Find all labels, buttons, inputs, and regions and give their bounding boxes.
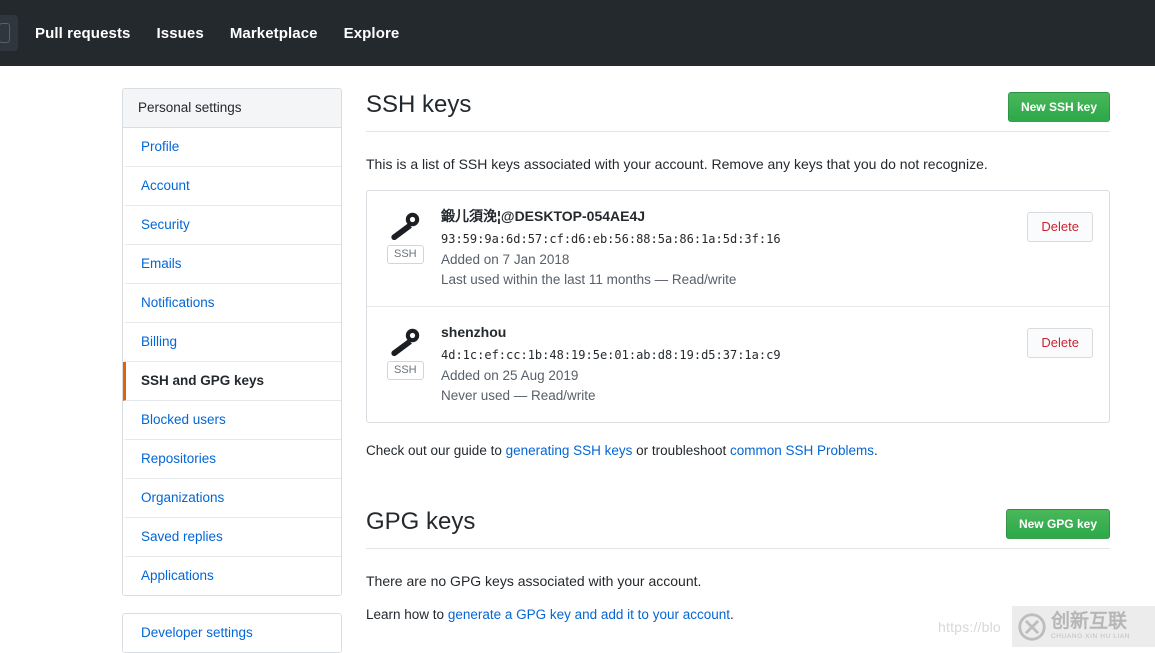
common-ssh-problems-link[interactable]: common SSH Problems — [730, 443, 874, 458]
ssh-key-info: shenzhou 4d:1c:ef:cc:1b:48:19:5e:01:ab:d… — [441, 323, 1027, 406]
page-title: SSH keys — [366, 91, 472, 118]
ssh-key-icon-column: SSH — [387, 207, 441, 264]
github-mark-icon-inner — [0, 23, 10, 43]
delete-ssh-key-button[interactable]: Delete — [1027, 328, 1093, 358]
generating-ssh-keys-link[interactable]: generating SSH keys — [506, 443, 633, 458]
key-icon — [391, 328, 420, 357]
ssh-keys-intro: This is a list of SSH keys associated wi… — [366, 156, 988, 172]
sidebar-item-saved-replies[interactable]: Saved replies — [123, 518, 341, 557]
ssh-help-middle: or troubleshoot — [632, 443, 730, 458]
ssh-help-suffix: . — [874, 443, 878, 458]
ssh-help-prefix: Check out our guide to — [366, 443, 506, 458]
ssh-key-added-date: Added on 7 Jan 2018 — [441, 252, 570, 267]
sidebar-item-billing[interactable]: Billing — [123, 323, 341, 362]
sidebar-item-emails[interactable]: Emails — [123, 245, 341, 284]
gpg-learn-prefix: Learn how to — [366, 607, 448, 622]
ssh-key-info: 鍛儿須浼¦@DESKTOP-054AE4J 93:59:9a:6d:57:cf:… — [441, 207, 1027, 290]
ssh-keys-header: SSH keys New SSH key — [366, 88, 1110, 132]
nav-pull-requests[interactable]: Pull requests — [35, 25, 131, 42]
developer-settings-menu: Developer settings — [122, 613, 342, 653]
ssh-help-text: Check out our guide to generating SSH ke… — [366, 441, 1110, 461]
sidebar-item-repositories[interactable]: Repositories — [123, 440, 341, 479]
key-icon — [391, 212, 420, 241]
sidebar-item-ssh-and-gpg-keys[interactable]: SSH and GPG keys — [123, 362, 341, 401]
sidebar-item-notifications[interactable]: Notifications — [123, 284, 341, 323]
ssh-key-icon-column: SSH — [387, 323, 441, 380]
ssh-key-usage: Last used within the last 11 months — Re… — [441, 272, 737, 287]
ssh-keys-section: SSH keys New SSH key This is a list of S… — [366, 88, 1110, 461]
sidebar-item-developer-settings[interactable]: Developer settings — [123, 614, 341, 652]
sidebar-heading: Personal settings — [123, 89, 341, 128]
ssh-key-fingerprint: 93:59:9a:6d:57:cf:d6:eb:56:88:5a:86:1a:5… — [441, 232, 781, 246]
main-content: SSH keys New SSH key This is a list of S… — [366, 88, 1110, 653]
ssh-key-row: SSH shenzhou 4d:1c:ef:cc:1b:48:19:5e:01:… — [367, 307, 1109, 422]
ssh-key-title: shenzhou — [441, 324, 507, 340]
ssh-keys-list: SSH 鍛儿須浼¦@DESKTOP-054AE4J 93:59:9a:6d:57… — [366, 190, 1110, 423]
sidebar-item-security[interactable]: Security — [123, 206, 341, 245]
gpg-keys-header: GPG keys New GPG key — [366, 505, 1110, 549]
ssh-key-usage: Never used — Read/write — [441, 388, 596, 403]
settings-sidebar: Personal settings Profile Account Securi… — [122, 88, 342, 653]
gpg-empty-message: There are no GPG keys associated with yo… — [366, 573, 702, 589]
gpg-learn-text: Learn how to generate a GPG key and add … — [366, 605, 1110, 625]
sidebar-item-profile[interactable]: Profile — [123, 128, 341, 167]
ssh-key-added-date: Added on 25 Aug 2019 — [441, 368, 579, 383]
new-gpg-key-button[interactable]: New GPG key — [1005, 509, 1110, 539]
generate-gpg-key-link[interactable]: generate a GPG key and add it to your ac… — [448, 607, 730, 622]
new-ssh-key-button[interactable]: New SSH key — [1007, 92, 1110, 122]
delete-ssh-key-button[interactable]: Delete — [1027, 212, 1093, 242]
gpg-learn-suffix: . — [730, 607, 734, 622]
nav-explore[interactable]: Explore — [344, 25, 400, 42]
sidebar-item-organizations[interactable]: Organizations — [123, 479, 341, 518]
page-body: Personal settings Profile Account Securi… — [0, 66, 1155, 653]
primary-nav: Pull requests Issues Marketplace Explore — [35, 25, 425, 42]
sidebar-item-applications[interactable]: Applications — [123, 557, 341, 595]
ssh-key-title: 鍛儿須浼¦@DESKTOP-054AE4J — [441, 208, 646, 224]
nav-marketplace[interactable]: Marketplace — [230, 25, 318, 42]
ssh-type-badge: SSH — [387, 245, 424, 264]
sidebar-item-blocked-users[interactable]: Blocked users — [123, 401, 341, 440]
sidebar-item-account[interactable]: Account — [123, 167, 341, 206]
top-navigation-bar: Pull requests Issues Marketplace Explore — [0, 0, 1155, 66]
personal-settings-menu: Personal settings Profile Account Securi… — [122, 88, 342, 596]
github-mark-icon[interactable] — [0, 15, 18, 51]
ssh-type-badge: SSH — [387, 361, 424, 380]
ssh-key-row: SSH 鍛儿須浼¦@DESKTOP-054AE4J 93:59:9a:6d:57… — [367, 191, 1109, 307]
nav-issues[interactable]: Issues — [157, 25, 204, 42]
ssh-key-fingerprint: 4d:1c:ef:cc:1b:48:19:5e:01:ab:d8:19:d5:3… — [441, 348, 781, 362]
gpg-keys-section: GPG keys New GPG key There are no GPG ke… — [366, 505, 1110, 625]
gpg-section-title: GPG keys — [366, 508, 476, 535]
